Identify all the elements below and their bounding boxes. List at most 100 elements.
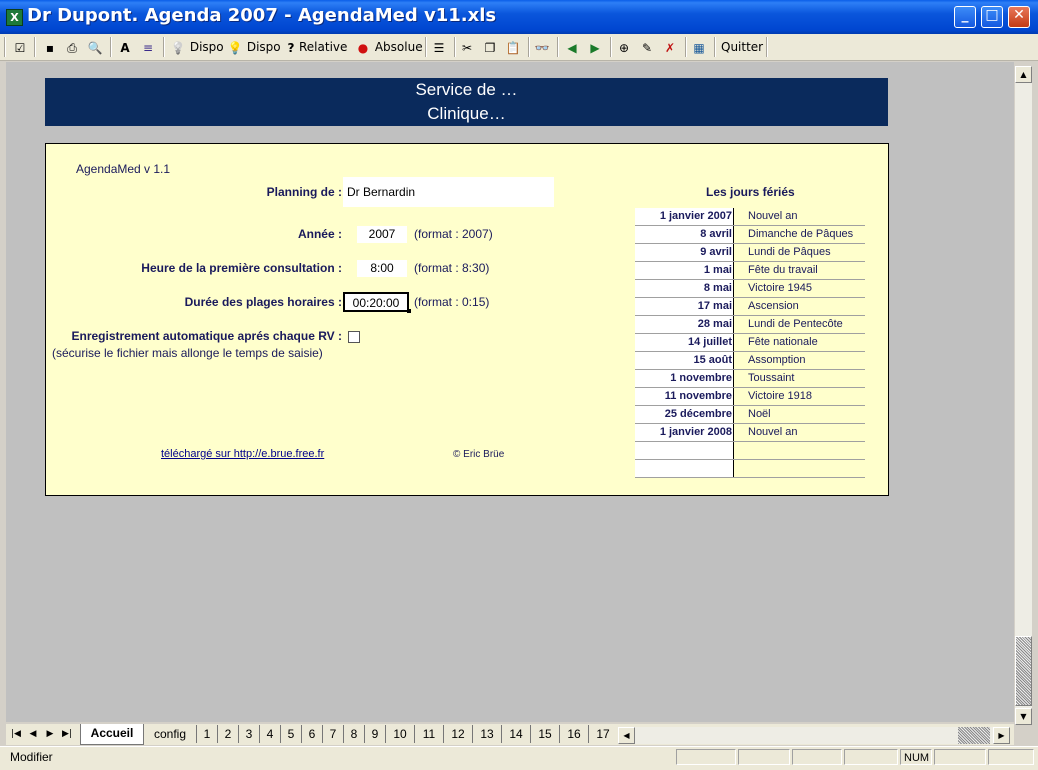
toolbar-grip[interactable] xyxy=(4,37,6,57)
holiday-row: 28 mai Lundi de Pentecôte xyxy=(635,316,865,334)
sheet-tab[interactable]: 2 xyxy=(217,725,238,743)
toolbar-delete-button[interactable]: ✗ xyxy=(662,38,678,56)
holiday-date: 8 avril xyxy=(635,226,734,243)
vertical-scrollbar[interactable]: ▲ ▼ xyxy=(1015,66,1032,725)
holiday-name: Noël xyxy=(748,408,771,420)
previous-sheet-icon[interactable]: ◀ xyxy=(25,726,41,743)
sheet-tab[interactable]: 16 xyxy=(559,725,588,743)
toolbar-edit-button[interactable]: ✎ xyxy=(639,38,655,56)
holiday-row: 1 mai Fête du travail xyxy=(635,262,865,280)
holiday-date: 1 janvier 2008 xyxy=(635,424,734,441)
horizontal-scroll-thumb[interactable] xyxy=(958,727,990,744)
toolbar-print-preview-button[interactable]: 🔍 xyxy=(87,38,103,56)
last-sheet-icon[interactable]: ▶| xyxy=(59,726,75,743)
planning-input[interactable]: Dr Bernardin xyxy=(343,177,554,207)
sheet-tab[interactable]: config xyxy=(143,725,196,743)
toolbar-separator xyxy=(557,37,559,57)
minimize-button[interactable]: _ xyxy=(954,6,976,28)
toolbar-label: Absolue xyxy=(374,40,423,54)
holiday-row: 8 avril Dimanche de Pâques xyxy=(635,226,865,244)
toolbar-separator xyxy=(766,37,768,57)
font-icon: A xyxy=(120,40,130,55)
toolbar-label: Relative xyxy=(299,40,348,54)
sheet-tab[interactable]: 15 xyxy=(530,725,559,743)
toolbar-separator xyxy=(425,37,427,57)
holiday-name: Toussaint xyxy=(748,372,795,384)
year-input[interactable]: 2007 xyxy=(357,226,407,243)
excel-app-icon[interactable]: X xyxy=(6,9,23,26)
toolbar-sheet-button[interactable]: ▦ xyxy=(691,38,707,56)
fill-handle[interactable] xyxy=(407,309,411,313)
holiday-date: 8 mai xyxy=(635,280,734,297)
vertical-scroll-thumb[interactable] xyxy=(1015,636,1032,706)
holiday-row xyxy=(635,460,865,478)
autosave-note: (sécurise le fichier mais allonge le tem… xyxy=(52,346,323,360)
toolbar-separator xyxy=(610,37,612,57)
toolbar-dispo-off-button[interactable]: 💡 Dispo xyxy=(170,38,224,56)
holidays-table: 1 janvier 2007 Nouvel an 8 avril Dimanche d… xyxy=(635,208,865,478)
sheet-tab[interactable]: 5 xyxy=(280,725,301,743)
toolbar-zoom-button[interactable]: ⊕ xyxy=(616,38,632,56)
toolbar-absolute-button[interactable]: ● Absolue xyxy=(355,38,423,56)
toolbar-find-button[interactable]: 👓 xyxy=(534,38,550,56)
settings-panel: AgendaMed v 1.1 Planning de : Dr Bernard… xyxy=(45,143,889,496)
toolbar-paste-button[interactable]: 📋 xyxy=(505,38,521,56)
sheet-tab[interactable]: 10 xyxy=(385,725,414,743)
save-icon: ▪ xyxy=(45,40,55,55)
next-sheet-icon[interactable]: ▶ xyxy=(42,726,58,743)
toolbar-save-button[interactable]: ▪ xyxy=(42,38,58,56)
scroll-right-icon[interactable]: ▶ xyxy=(993,727,1010,744)
toolbar-quit-button[interactable]: Quitter xyxy=(721,38,763,56)
toolbar-relative-button[interactable]: ? Relative xyxy=(283,38,348,56)
toolbar-format-button[interactable]: ≡ xyxy=(140,38,156,56)
holiday-date: 1 mai xyxy=(635,262,734,279)
horizontal-scrollbar[interactable]: ◀ ▶ xyxy=(618,727,1010,744)
format-icon: ≡ xyxy=(142,40,154,55)
toolbar-copy-button[interactable]: ❐ xyxy=(482,38,498,56)
toolbar-print-button[interactable]: ⎙ xyxy=(64,38,80,56)
sheet-tab[interactable]: 12 xyxy=(443,725,472,743)
sheet-tab[interactable]: Accueil xyxy=(80,724,144,745)
toolbar-dispo-on-button[interactable]: 💡 Dispo xyxy=(227,38,281,56)
sheet-tab[interactable]: 7 xyxy=(322,725,343,743)
status-mode: Modifier xyxy=(10,750,53,764)
scroll-down-icon[interactable]: ▼ xyxy=(1015,708,1032,725)
holiday-date: 14 juillet xyxy=(635,334,734,351)
sheet-tab[interactable]: 13 xyxy=(472,725,501,743)
scroll-up-icon[interactable]: ▲ xyxy=(1015,66,1032,83)
toolbar-list-button[interactable]: ☰ xyxy=(431,38,447,56)
toolbar-checklist-button[interactable]: ☑ xyxy=(12,38,28,56)
download-link[interactable]: téléchargé sur http://e.brue.free.fr xyxy=(161,448,324,460)
first-consultation-input[interactable]: 8:00 xyxy=(357,260,407,277)
holiday-date: 9 avril xyxy=(635,244,734,261)
sheet-tab[interactable]: 17 xyxy=(588,725,617,743)
holiday-name: Victoire 1945 xyxy=(748,282,813,294)
toolbar-cut-button[interactable]: ✂ xyxy=(459,38,475,56)
toolbar-previous-button[interactable]: ◀ xyxy=(564,38,580,56)
maximize-button[interactable]: □ xyxy=(981,6,1003,28)
sheet-tab[interactable]: 9 xyxy=(364,725,385,743)
copyright-text: © Eric Brüe xyxy=(453,449,505,460)
slot-duration-input[interactable]: 00:20:00 xyxy=(343,292,409,312)
toolbar-next-button[interactable]: ▶ xyxy=(587,38,603,56)
toolbar-label: Dispo xyxy=(189,40,224,54)
holiday-date: 25 décembre xyxy=(635,406,734,423)
arrow-right-icon: ▶ xyxy=(590,40,600,55)
toolbar-label: Quitter xyxy=(721,40,764,54)
holiday-name: Lundi de Pentecôte xyxy=(748,318,843,330)
first-sheet-icon[interactable]: |◀ xyxy=(8,726,24,743)
sheet-tab[interactable]: 8 xyxy=(343,725,364,743)
scroll-left-icon[interactable]: ◀ xyxy=(618,727,635,744)
toolbar-font-button[interactable]: A xyxy=(117,38,133,56)
toolbar-separator xyxy=(34,37,36,57)
sheet-tab[interactable]: 14 xyxy=(501,725,530,743)
sheet-tab[interactable]: 3 xyxy=(238,725,259,743)
sheet-tab[interactable]: 11 xyxy=(414,725,443,743)
sheet-tab[interactable]: 6 xyxy=(301,725,322,743)
holiday-row: 1 novembre Toussaint xyxy=(635,370,865,388)
autosave-checkbox[interactable] xyxy=(348,331,360,343)
sheet-tab[interactable]: 1 xyxy=(196,725,217,743)
toolbar-separator xyxy=(714,37,716,57)
close-button[interactable]: ✕ xyxy=(1008,6,1030,28)
sheet-tab[interactable]: 4 xyxy=(259,725,280,743)
